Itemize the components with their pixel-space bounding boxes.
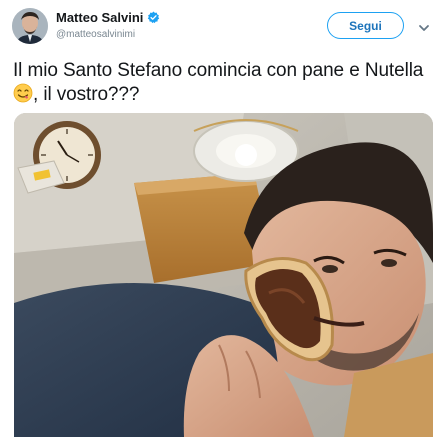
tweet-photo[interactable]	[14, 113, 433, 437]
avatar[interactable]	[12, 8, 48, 44]
name-row: Matteo Salvini	[56, 10, 160, 25]
verified-badge-icon	[147, 11, 160, 24]
tweet-text: Il mio Santo Stefano comincia con pane e…	[13, 59, 433, 107]
tweet-card: Matteo Salvini @matteosalvinimi Segui Il…	[0, 0, 447, 437]
chevron-down-icon[interactable]	[418, 20, 430, 31]
follow-button[interactable]: Segui	[327, 12, 404, 39]
face-savoring-food-icon	[13, 83, 33, 103]
author-name[interactable]: Matteo Salvini	[56, 10, 143, 25]
tweet-text-tail: , il vostro???	[33, 84, 140, 105]
tweet-header: Matteo Salvini @matteosalvinimi Segui	[0, 0, 447, 52]
author-handle[interactable]: @matteosalvinimi	[56, 29, 135, 40]
tweet-text-main: Il mio Santo Stefano comincia con pane e…	[13, 60, 424, 81]
